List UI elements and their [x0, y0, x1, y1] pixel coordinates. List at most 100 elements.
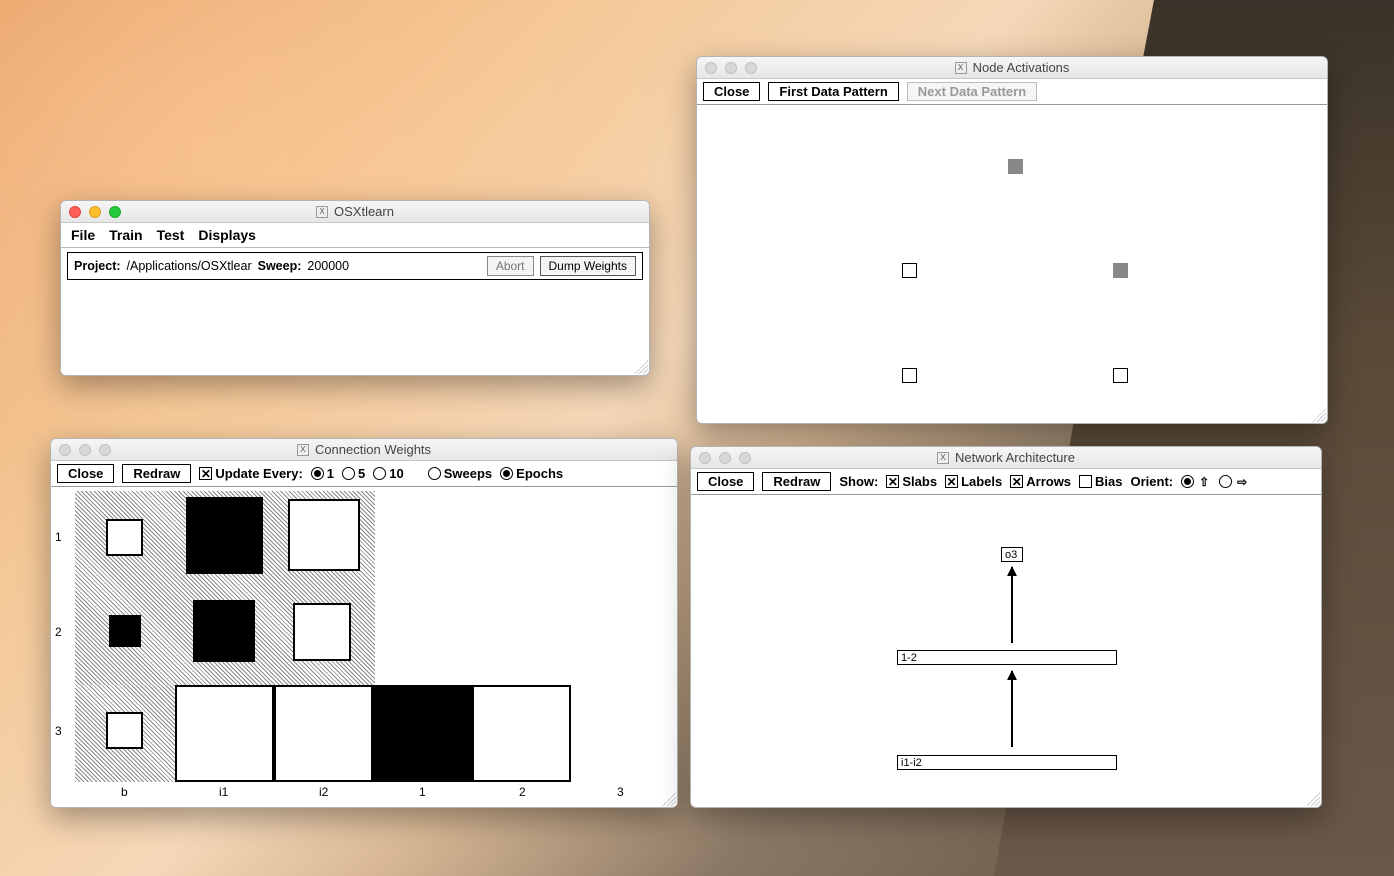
sweeps-radio[interactable]: Sweeps	[428, 466, 492, 481]
close-icon[interactable]	[705, 62, 717, 74]
labels-checkbox[interactable]: ✕Labels	[945, 474, 1002, 489]
x11-icon: X	[937, 452, 949, 464]
titlebar[interactable]: X Connection Weights	[51, 439, 677, 461]
orient-up-radio[interactable]: ⇧	[1181, 475, 1211, 489]
orient-label: Orient:	[1131, 474, 1174, 489]
toolbar: Close First Data Pattern Next Data Patte…	[697, 79, 1327, 105]
connection-weights-window: X Connection Weights Close Redraw ✕Update…	[50, 438, 678, 808]
hidden-slab: 1-2	[897, 650, 1117, 665]
weight-cell	[373, 685, 472, 782]
update-10-radio[interactable]: 10	[373, 466, 403, 481]
resize-grip[interactable]	[1312, 408, 1326, 422]
minimize-icon[interactable]	[719, 452, 731, 464]
weight-cell	[274, 685, 373, 782]
weight-cell	[293, 603, 351, 661]
update-every-label: Update Every:	[215, 466, 302, 481]
update-1-radio[interactable]: 1	[311, 466, 334, 481]
dump-weights-button[interactable]: Dump Weights	[540, 256, 636, 276]
x11-icon: X	[955, 62, 967, 74]
maximize-icon[interactable]	[745, 62, 757, 74]
resize-grip[interactable]	[634, 360, 648, 374]
maximize-icon[interactable]	[109, 206, 121, 218]
resize-grip[interactable]	[1306, 792, 1320, 806]
menubar: File Train Test Displays	[61, 223, 649, 248]
weight-cell	[193, 600, 255, 662]
menu-file[interactable]: File	[71, 227, 95, 243]
titlebar[interactable]: X OSXtlearn	[61, 201, 649, 223]
titlebar[interactable]: X Network Architecture	[691, 447, 1321, 469]
project-path: /Applications/OSXtlear	[127, 259, 252, 273]
row-label: 1	[55, 530, 62, 544]
col-label: b	[121, 785, 128, 799]
weight-cell	[472, 685, 571, 782]
row-label: 3	[55, 724, 62, 738]
close-button[interactable]: Close	[697, 472, 754, 491]
row-label: 2	[55, 625, 62, 639]
architecture-canvas: o3 1-2 i1-i2	[691, 495, 1321, 807]
node-activations-window: X Node Activations Close First Data Patte…	[696, 56, 1328, 424]
first-pattern-button[interactable]: First Data Pattern	[768, 82, 898, 101]
window-title: Node Activations	[973, 60, 1070, 75]
close-icon[interactable]	[699, 452, 711, 464]
weight-cell	[186, 497, 263, 574]
node-hidden-2	[1113, 263, 1128, 278]
epochs-radio[interactable]: Epochs	[500, 466, 563, 481]
window-title: Network Architecture	[955, 450, 1075, 465]
col-label: i2	[319, 785, 328, 799]
update-every-checkbox[interactable]: ✕Update Every:	[199, 466, 302, 481]
titlebar[interactable]: X Node Activations	[697, 57, 1327, 79]
bias-checkbox[interactable]: Bias	[1079, 474, 1122, 489]
network-architecture-window: X Network Architecture Close Redraw Show:…	[690, 446, 1322, 808]
status-bar: Project: /Applications/OSXtlear Sweep: 2…	[67, 252, 643, 280]
abort-button[interactable]: Abort	[487, 256, 534, 276]
redraw-button[interactable]: Redraw	[762, 472, 831, 491]
col-label: 2	[519, 785, 526, 799]
osxtlearn-main-window: X OSXtlearn File Train Test Displays Proj…	[60, 200, 650, 376]
weight-cell	[175, 685, 274, 782]
show-label: Show:	[839, 474, 878, 489]
maximize-icon[interactable]	[739, 452, 751, 464]
maximize-icon[interactable]	[99, 444, 111, 456]
x11-icon: X	[297, 444, 309, 456]
output-slab: o3	[1001, 547, 1023, 562]
activations-canvas	[697, 105, 1327, 423]
col-label: 1	[419, 785, 426, 799]
input-slab: i1-i2	[897, 755, 1117, 770]
arrow-icon	[1011, 671, 1013, 747]
weight-cell	[288, 499, 360, 571]
weights-canvas: 1 2 3 b i1 i2 1 2 3	[51, 487, 677, 807]
close-icon[interactable]	[59, 444, 71, 456]
project-label: Project:	[74, 259, 121, 273]
close-icon[interactable]	[69, 206, 81, 218]
menu-test[interactable]: Test	[157, 227, 185, 243]
toolbar: Close Redraw ✕Update Every: 1 5 10 Sweep…	[51, 461, 677, 487]
menu-displays[interactable]: Displays	[198, 227, 256, 243]
minimize-icon[interactable]	[79, 444, 91, 456]
close-button[interactable]: Close	[57, 464, 114, 483]
resize-grip[interactable]	[662, 792, 676, 806]
window-title: Connection Weights	[315, 442, 431, 457]
sweep-value: 200000	[307, 259, 349, 273]
close-button[interactable]: Close	[703, 82, 760, 101]
col-label: 3	[617, 785, 624, 799]
col-label: i1	[219, 785, 228, 799]
x11-icon: X	[316, 206, 328, 218]
next-pattern-button[interactable]: Next Data Pattern	[907, 82, 1037, 101]
orient-right-radio[interactable]: ⇨	[1219, 475, 1249, 489]
redraw-button[interactable]: Redraw	[122, 464, 191, 483]
minimize-icon[interactable]	[725, 62, 737, 74]
node-hidden-1	[902, 263, 917, 278]
arrows-checkbox[interactable]: ✕Arrows	[1010, 474, 1071, 489]
menu-train[interactable]: Train	[109, 227, 142, 243]
weight-cell	[106, 712, 143, 749]
toolbar: Close Redraw Show: ✕Slabs ✕Labels ✕Arrow…	[691, 469, 1321, 495]
arrow-up-icon: ⇧	[1197, 475, 1211, 489]
weight-cell	[109, 615, 141, 647]
arrow-icon	[1011, 567, 1013, 643]
arrow-right-icon: ⇨	[1235, 475, 1249, 489]
update-5-radio[interactable]: 5	[342, 466, 365, 481]
node-input-1	[902, 368, 917, 383]
minimize-icon[interactable]	[89, 206, 101, 218]
window-title: OSXtlearn	[334, 204, 394, 219]
slabs-checkbox[interactable]: ✕Slabs	[886, 474, 937, 489]
